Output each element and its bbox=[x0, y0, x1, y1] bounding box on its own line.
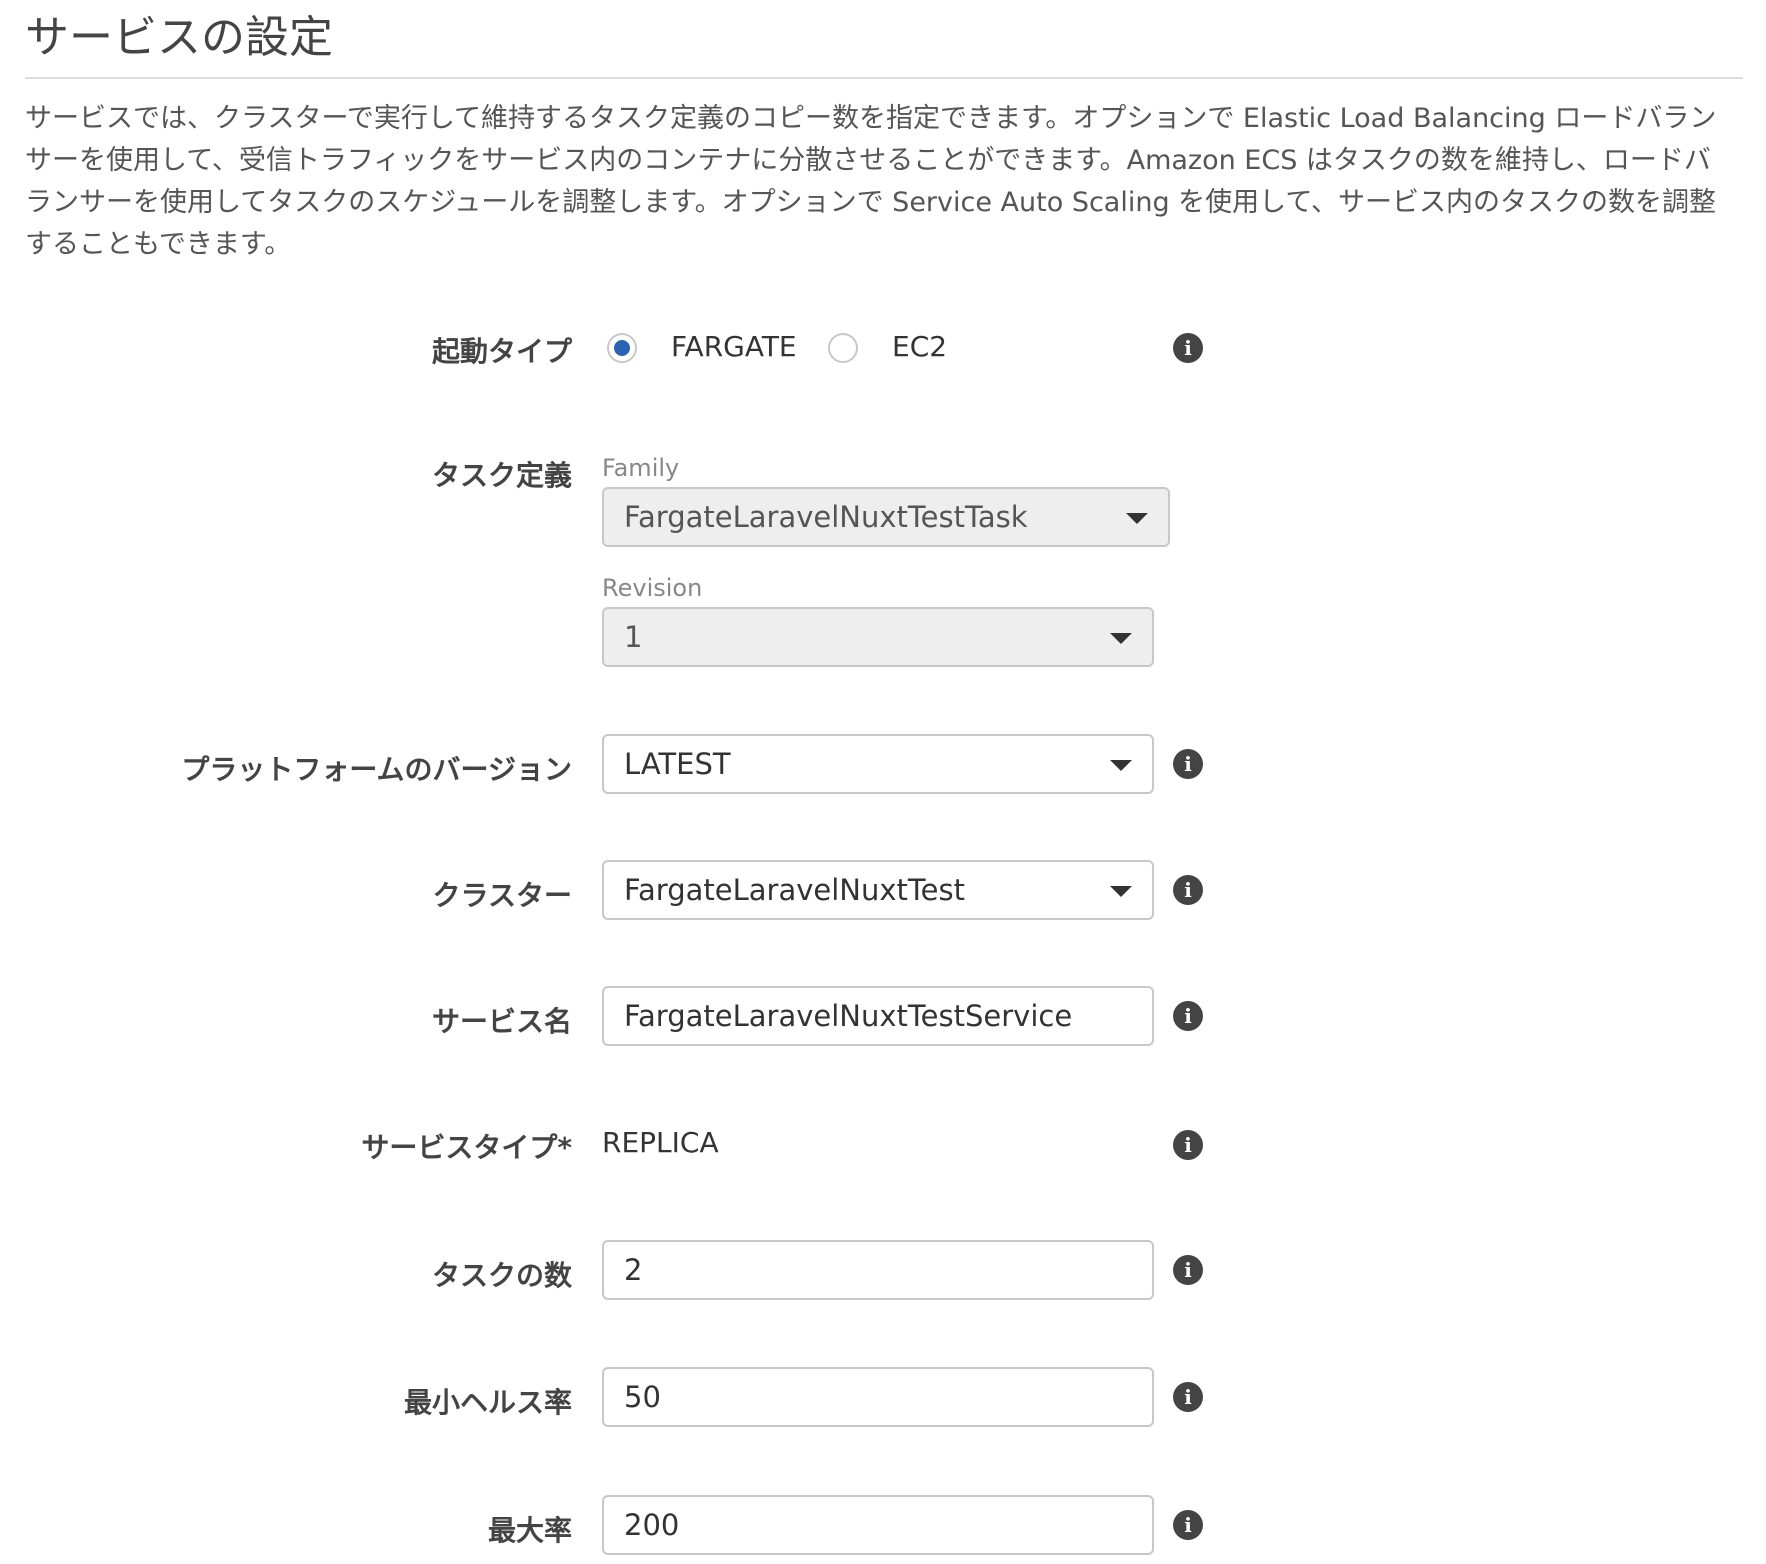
radio-fargate[interactable] bbox=[607, 333, 637, 363]
min-healthy-percent-value: 50 bbox=[624, 1380, 661, 1414]
service-name-label: サービス名 bbox=[431, 1005, 572, 1038]
cluster-label: クラスター bbox=[432, 879, 572, 912]
number-of-tasks-input[interactable]: 2 bbox=[602, 1240, 1154, 1300]
radio-ec2-label[interactable]: EC2 bbox=[892, 330, 947, 363]
launch-type-label: 起動タイプ bbox=[431, 335, 572, 368]
chevron-down-icon bbox=[1110, 760, 1132, 771]
info-icon[interactable]: i bbox=[1173, 1130, 1203, 1160]
platform-version-label: プラットフォームのバージョン bbox=[181, 753, 572, 786]
revision-select-value: 1 bbox=[624, 620, 643, 654]
chevron-down-icon bbox=[1110, 886, 1132, 897]
chevron-down-icon bbox=[1110, 633, 1132, 644]
family-select-value: FargateLaravelNuxtTestTask bbox=[624, 500, 1028, 534]
max-percent-input[interactable]: 200 bbox=[602, 1495, 1154, 1555]
cluster-row: クラスター FargateLaravelNuxtTest i bbox=[0, 860, 1766, 924]
page-title: サービスの設定 bbox=[25, 12, 333, 63]
info-icon[interactable]: i bbox=[1173, 333, 1203, 363]
radio-fargate-label[interactable]: FARGATE bbox=[671, 330, 797, 363]
chevron-down-icon bbox=[1126, 513, 1148, 524]
max-percent-label: 最大率 bbox=[487, 1514, 572, 1547]
number-of-tasks-value: 2 bbox=[624, 1253, 643, 1287]
min-healthy-percent-label: 最小ヘルス率 bbox=[403, 1386, 572, 1419]
max-percent-value: 200 bbox=[624, 1508, 680, 1542]
family-select[interactable]: FargateLaravelNuxtTestTask bbox=[602, 487, 1170, 547]
min-healthy-percent-input[interactable]: 50 bbox=[602, 1367, 1154, 1427]
cluster-select[interactable]: FargateLaravelNuxtTest bbox=[602, 860, 1154, 920]
radio-ec2[interactable] bbox=[828, 333, 858, 363]
info-icon[interactable]: i bbox=[1173, 1001, 1203, 1031]
service-name-value: FargateLaravelNuxtTestService bbox=[624, 999, 1073, 1033]
title-divider bbox=[25, 77, 1743, 79]
max-percent-row: 最大率 200 i bbox=[0, 1495, 1766, 1559]
info-icon[interactable]: i bbox=[1173, 1510, 1203, 1540]
service-name-input[interactable]: FargateLaravelNuxtTestService bbox=[602, 986, 1154, 1046]
family-label: Family bbox=[602, 454, 680, 482]
page-description: サービスでは、クラスターで実行して維持するタスク定義のコピー数を指定できます。オ… bbox=[25, 103, 1717, 260]
service-type-label: サービスタイプ* bbox=[361, 1131, 572, 1164]
platform-version-value: LATEST bbox=[624, 747, 731, 781]
min-healthy-percent-row: 最小ヘルス率 50 i bbox=[0, 1367, 1766, 1431]
revision-label: Revision bbox=[602, 574, 703, 602]
service-name-row: サービス名 FargateLaravelNuxtTestService i bbox=[0, 986, 1766, 1050]
service-type-value: REPLICA bbox=[602, 1126, 719, 1159]
info-icon[interactable]: i bbox=[1173, 875, 1203, 905]
platform-version-select[interactable]: LATEST bbox=[602, 734, 1154, 794]
task-definition-row: タスク定義 Family FargateLaravelNuxtTestTask … bbox=[0, 450, 1766, 680]
number-of-tasks-row: タスクの数 2 i bbox=[0, 1240, 1766, 1304]
revision-select[interactable]: 1 bbox=[602, 607, 1154, 667]
service-type-row: サービスタイプ* REPLICA i bbox=[0, 1112, 1766, 1176]
cluster-value: FargateLaravelNuxtTest bbox=[624, 873, 965, 907]
info-icon[interactable]: i bbox=[1173, 1255, 1203, 1285]
platform-version-row: プラットフォームのバージョン LATEST i bbox=[0, 734, 1766, 798]
number-of-tasks-label: タスクの数 bbox=[431, 1259, 572, 1292]
info-icon[interactable]: i bbox=[1173, 1382, 1203, 1412]
task-definition-label: タスク定義 bbox=[431, 459, 572, 492]
info-icon[interactable]: i bbox=[1173, 749, 1203, 779]
launch-type-row: 起動タイプ FARGATE EC2 i bbox=[0, 318, 1766, 378]
